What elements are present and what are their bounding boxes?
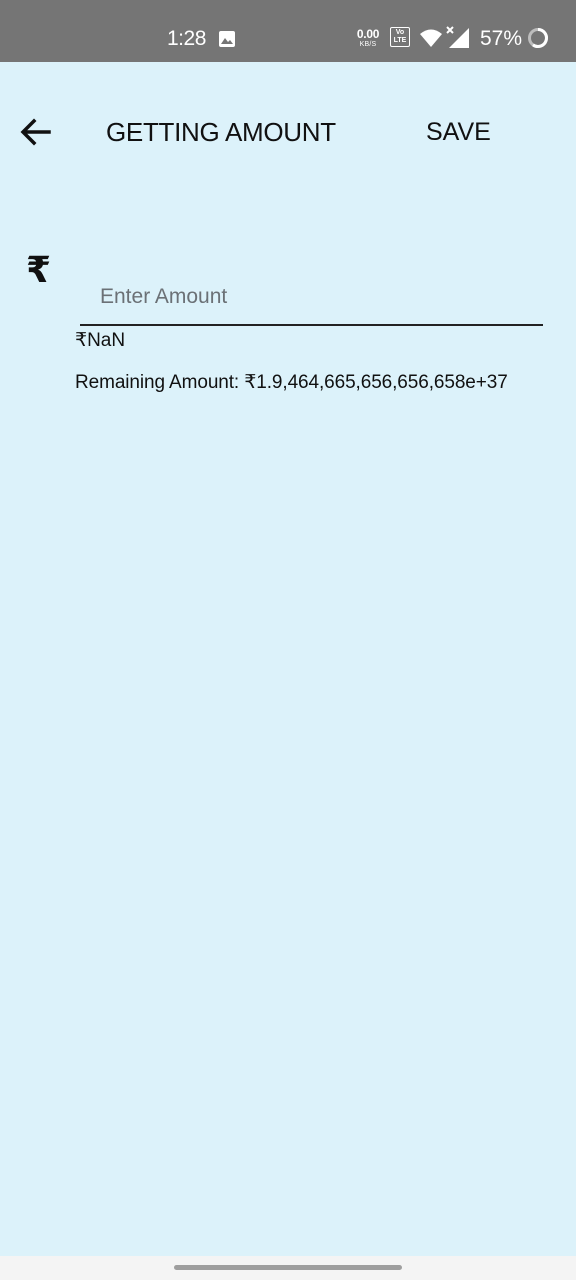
- status-bar: 1:28 0.00 KB/S Vo LTE 57%: [0, 0, 576, 62]
- converted-amount-text: ₹NaN: [75, 330, 126, 351]
- signal-icon: [446, 26, 469, 48]
- net-speed-unit: KB/S: [359, 41, 377, 48]
- battery-icon: [528, 28, 548, 48]
- volte-icon: Vo LTE: [390, 27, 410, 47]
- network-speed-indicator: 0.00 KB/S: [354, 28, 382, 48]
- amount-input[interactable]: [80, 270, 543, 326]
- save-button[interactable]: SAVE: [426, 116, 491, 148]
- page-title: GETTING AMOUNT: [106, 117, 336, 147]
- status-time: 1:28: [167, 27, 206, 50]
- wifi-icon: [420, 29, 442, 47]
- net-speed-value: 0.00: [356, 27, 380, 41]
- rupee-icon: ₹: [26, 249, 52, 290]
- back-arrow-icon[interactable]: [16, 112, 56, 152]
- remaining-amount-text: Remaining Amount: ₹1.9,464,665,656,656,6…: [75, 372, 508, 393]
- gesture-handle[interactable]: [174, 1265, 402, 1270]
- gallery-icon: [219, 31, 235, 47]
- battery-percent: 57%: [480, 27, 523, 50]
